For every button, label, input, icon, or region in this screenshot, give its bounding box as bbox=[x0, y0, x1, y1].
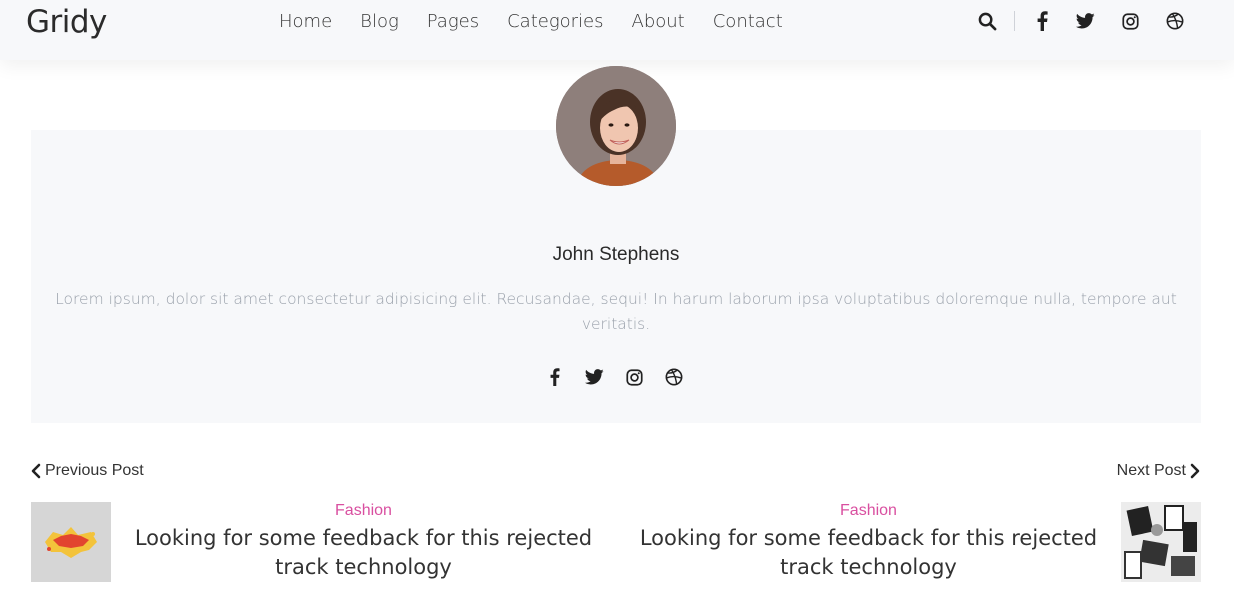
post-title[interactable]: Looking for some feedback for this rejec… bbox=[131, 524, 596, 582]
twitter-icon[interactable] bbox=[1074, 10, 1096, 32]
previous-post-label: Previous Post bbox=[45, 462, 144, 479]
post-title[interactable]: Looking for some feedback for this rejec… bbox=[631, 524, 1106, 582]
previous-post-text: Fashion Looking for some feedback for th… bbox=[131, 500, 596, 582]
author-social-links bbox=[543, 366, 703, 388]
author-avatar bbox=[556, 66, 676, 186]
next-post-text: Fashion Looking for some feedback for th… bbox=[631, 500, 1106, 582]
twitter-icon[interactable] bbox=[583, 366, 605, 388]
instagram-icon[interactable] bbox=[1119, 10, 1141, 32]
facebook-icon[interactable] bbox=[543, 366, 565, 388]
instagram-icon[interactable] bbox=[623, 366, 645, 388]
facebook-icon[interactable] bbox=[1031, 10, 1053, 32]
nav-item-contact[interactable]: Contact bbox=[713, 11, 783, 33]
next-post-thumbnail[interactable] bbox=[1121, 502, 1201, 582]
nav-item-pages[interactable]: Pages bbox=[427, 11, 479, 33]
dribbble-icon[interactable] bbox=[663, 366, 685, 388]
chevron-right-icon bbox=[1190, 463, 1200, 479]
site-logo[interactable]: Gridy bbox=[26, 4, 107, 40]
previous-post-thumbnail[interactable] bbox=[31, 502, 111, 582]
nav-item-about[interactable]: About bbox=[632, 11, 685, 33]
nav-item-blog[interactable]: Blog bbox=[360, 11, 399, 33]
next-post-link[interactable]: Next Post bbox=[1117, 462, 1200, 480]
next-post-label: Next Post bbox=[1116, 462, 1186, 479]
dribbble-icon[interactable] bbox=[1164, 10, 1186, 32]
site-header: Gridy Home Blog Pages Categories About C… bbox=[0, 0, 1234, 60]
header-actions bbox=[976, 10, 1186, 32]
nav-item-categories[interactable]: Categories bbox=[507, 11, 603, 33]
search-icon[interactable] bbox=[976, 10, 998, 32]
previous-post-link[interactable]: Previous Post bbox=[31, 462, 144, 480]
main-nav: Home Blog Pages Categories About Contact bbox=[279, 11, 811, 33]
author-name: John Stephens bbox=[552, 244, 680, 265]
chevron-left-icon bbox=[31, 463, 41, 479]
nav-item-home[interactable]: Home bbox=[279, 11, 332, 33]
author-bio: Lorem ipsum, dolor sit amet consectetur … bbox=[55, 290, 1177, 333]
header-divider bbox=[1014, 11, 1015, 31]
post-category[interactable]: Fashion bbox=[131, 500, 596, 522]
post-category[interactable]: Fashion bbox=[631, 500, 1106, 522]
